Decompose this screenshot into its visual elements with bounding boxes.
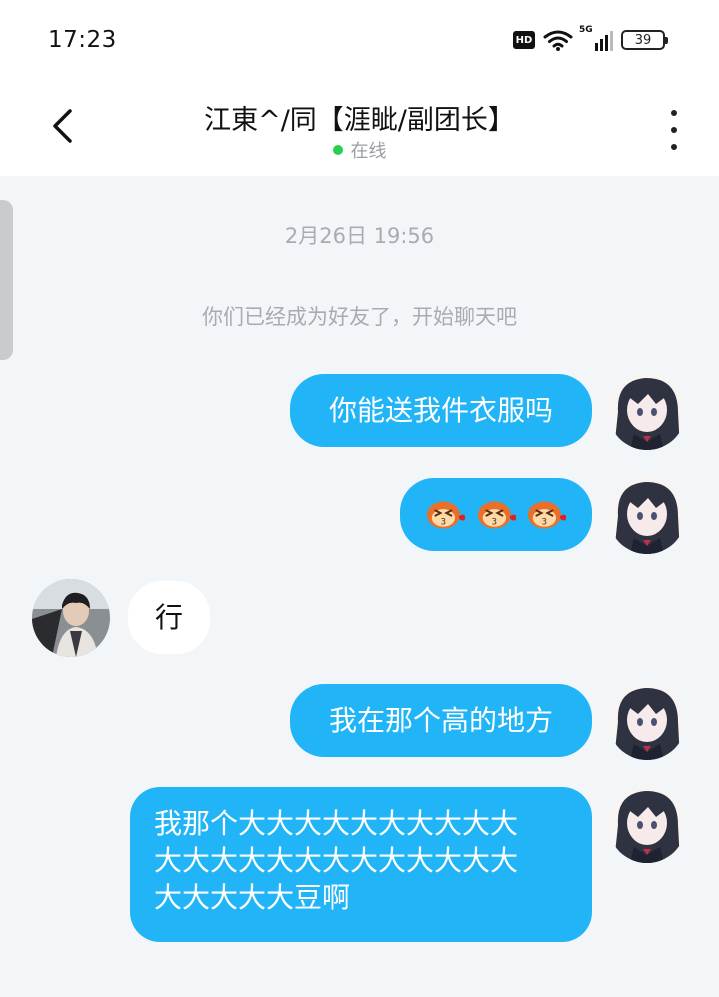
contact-avatar[interactable] xyxy=(32,579,110,657)
network-type-label: 5G xyxy=(579,25,593,35)
battery-level: 39 xyxy=(634,32,652,48)
message-text: 行 xyxy=(154,601,183,634)
presence-status: 在线 xyxy=(0,137,719,163)
my-avatar[interactable] xyxy=(608,682,686,760)
laughing-monkey-emoji-icon: 3 xyxy=(426,500,466,529)
more-dot-icon xyxy=(671,110,677,116)
sticker-row: 3 3 3 xyxy=(424,478,568,551)
presence-label: 在线 xyxy=(350,141,387,162)
chat-title: 江東^/同【涯眦/副团长】 xyxy=(204,105,515,136)
message-line: 大大大大大豆啊 xyxy=(154,881,351,914)
battery-icon: 39 xyxy=(621,30,668,50)
my-avatar[interactable] xyxy=(608,476,686,554)
laughing-monkey-emoji-icon: 3 xyxy=(477,500,516,529)
online-dot-icon xyxy=(332,145,343,155)
anime-girl-avatar-icon xyxy=(608,785,686,863)
status-bar: 17:23 HD 5G 39 xyxy=(0,0,719,80)
more-dot-icon xyxy=(671,144,677,150)
my-avatar[interactable] xyxy=(608,372,686,450)
incoming-message-bubble[interactable]: 行 xyxy=(128,581,210,654)
status-icons: HD 5G 39 xyxy=(513,25,668,52)
svg-text:3: 3 xyxy=(542,517,548,527)
status-time: 17:23 xyxy=(48,27,117,53)
message-timestamp: 2月26日 19:56 xyxy=(284,224,435,248)
system-note: 你们已经成为好友了，开始聊天吧 xyxy=(202,305,517,329)
laughing-monkey-emoji-icon: 3 xyxy=(528,500,567,529)
chat-header: 江東^/同【涯眦/副团长】 在线 xyxy=(0,80,719,176)
anime-girl-avatar-icon xyxy=(608,476,686,554)
my-avatar[interactable] xyxy=(608,785,686,863)
outgoing-message-bubble[interactable]: 你能送我件衣服吗 xyxy=(290,374,592,447)
wifi-icon xyxy=(543,30,573,51)
more-dot-icon xyxy=(671,127,677,133)
outgoing-sticker-bubble[interactable]: 3 3 3 xyxy=(400,478,592,551)
svg-text:3: 3 xyxy=(491,517,497,527)
outgoing-message-bubble[interactable]: 我那个大大大大大大大大大大 大大大大大大大大大大大大大 大大大大大豆啊 xyxy=(130,787,592,942)
anime-girl-avatar-icon xyxy=(608,372,686,450)
contact-photo-icon xyxy=(32,579,110,657)
outgoing-message-bubble[interactable]: 我在那个高的地方 xyxy=(290,684,592,757)
hd-badge: HD xyxy=(513,31,535,49)
message-line: 我那个大大大大大大大大大大 xyxy=(154,807,519,840)
message-text: 我在那个高的地方 xyxy=(328,704,553,737)
message-text: 你能送我件衣服吗 xyxy=(328,394,553,427)
cellular-signal-icon: 5G xyxy=(579,25,613,51)
more-options-button[interactable] xyxy=(659,110,689,150)
svg-text:3: 3 xyxy=(440,517,446,527)
message-line: 大大大大大大大大大大大大大 xyxy=(154,844,519,877)
anime-girl-avatar-icon xyxy=(608,682,686,760)
